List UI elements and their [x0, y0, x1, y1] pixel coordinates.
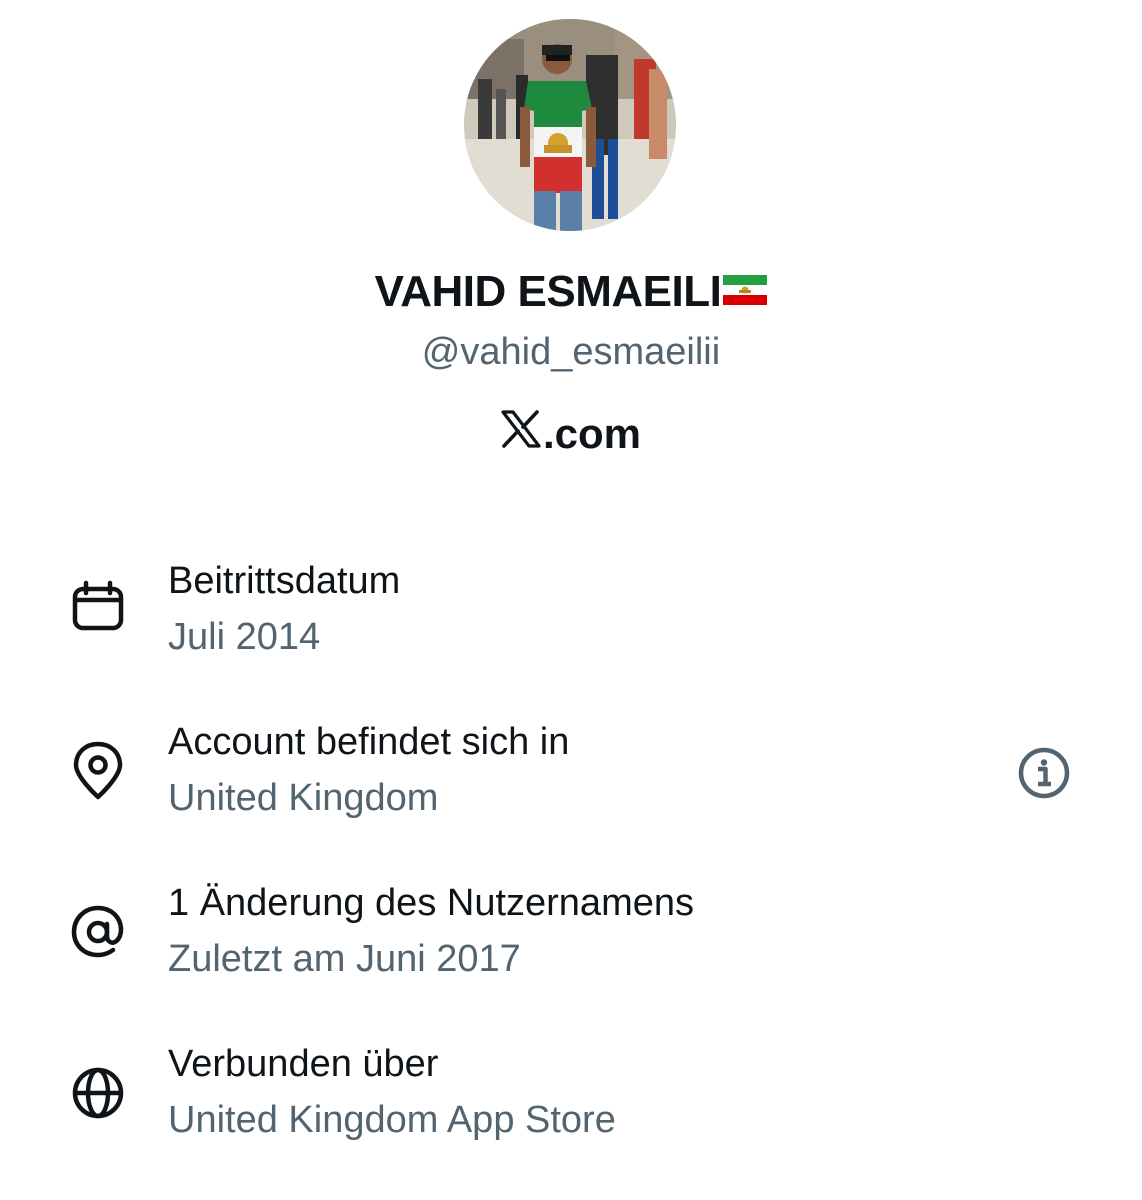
website-domain: .com	[542, 410, 642, 457]
about-row-title: Beitrittsdatum	[168, 560, 401, 602]
iran-lion-and-sun-flag-icon	[723, 261, 768, 321]
website-link[interactable]: .com	[0, 406, 1142, 462]
globe-icon	[70, 1065, 126, 1121]
about-row-title: Verbunden über	[168, 1043, 439, 1085]
about-row-title: 1 Änderung des Nutzernamens	[168, 882, 694, 924]
about-row-account-location: Account befindet sich in United Kingdom	[0, 717, 1142, 837]
info-icon	[1018, 747, 1070, 799]
location-pin-icon	[70, 741, 126, 800]
info-button[interactable]	[1016, 745, 1072, 801]
about-row-title: Account befindet sich in	[168, 721, 570, 763]
about-row-username-changes: 1 Änderung des Nutzernamens Zuletzt am J…	[0, 878, 1142, 998]
about-row-connected-via: Verbunden über United Kingdom App Store	[0, 1039, 1142, 1159]
about-row-value: Zuletzt am Juni 2017	[168, 938, 521, 980]
x-logo-icon	[501, 406, 541, 462]
at-sign-icon	[70, 904, 126, 960]
about-row-value: United Kingdom	[168, 777, 439, 819]
profile-photo	[464, 19, 676, 231]
calendar-icon	[70, 580, 126, 636]
username-handle: @vahid_esmaeilii	[421, 331, 721, 373]
display-name-text: VAHID ESMAEILI	[374, 267, 722, 316]
about-row-join-date: Beitrittsdatum Juli 2014	[0, 556, 1142, 676]
about-row-value: Juli 2014	[168, 616, 321, 658]
about-row-value: United Kingdom App Store	[168, 1099, 616, 1141]
display-name: VAHID ESMAEILI	[0, 262, 1142, 322]
avatar[interactable]	[464, 19, 676, 231]
